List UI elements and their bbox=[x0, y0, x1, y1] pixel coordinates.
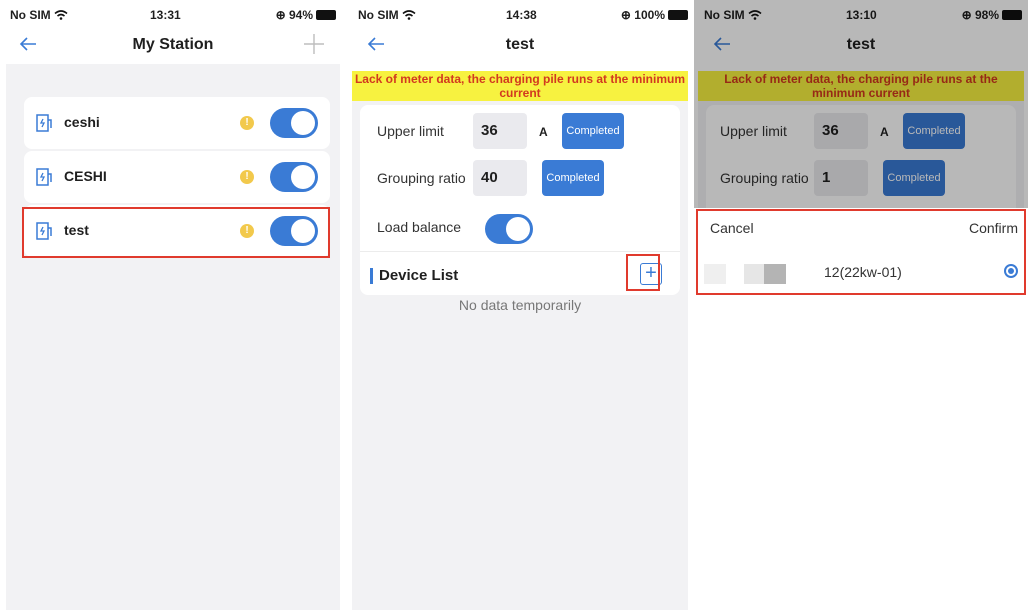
station-toggle[interactable] bbox=[270, 162, 318, 192]
empty-state-text: No data temporarily bbox=[458, 297, 582, 313]
add-station-icon[interactable] bbox=[302, 32, 326, 56]
carrier-label: No SIM bbox=[10, 8, 68, 22]
load-balance-toggle[interactable] bbox=[485, 214, 533, 244]
battery-indicator: ⊕ 94% bbox=[276, 8, 336, 22]
toggle-knob bbox=[291, 111, 315, 135]
battery-icon bbox=[316, 10, 336, 20]
battery-icon bbox=[668, 10, 688, 20]
highlight-box bbox=[22, 207, 330, 258]
clock: 14:38 bbox=[506, 8, 537, 22]
station-detail-screen: No SIM 14:38 ⊕ 100% test Lack of meter d… bbox=[348, 0, 692, 610]
modal-overlay[interactable] bbox=[694, 0, 1028, 208]
warning-icon: ! bbox=[240, 116, 254, 130]
wifi-icon bbox=[54, 10, 68, 20]
grouping-ratio-completed-button[interactable]: Completed bbox=[542, 160, 604, 196]
station-toggle[interactable] bbox=[270, 108, 318, 138]
status-bar: No SIM 13:31 ⊕ 94% bbox=[0, 0, 346, 30]
station-name: CESHI bbox=[64, 168, 107, 184]
station-list: ceshi ! CESHI ! test ! bbox=[6, 64, 340, 610]
warning-banner: Lack of meter data, the charging pile ru… bbox=[352, 71, 688, 101]
charger-icon bbox=[36, 114, 52, 132]
page-title: test bbox=[505, 36, 535, 53]
unit-label: A bbox=[539, 125, 548, 139]
upper-limit-completed-button[interactable]: Completed bbox=[562, 113, 624, 149]
warning-icon: ! bbox=[240, 170, 254, 184]
nav-bar: My Station bbox=[0, 30, 346, 64]
nav-bar: test bbox=[348, 30, 692, 64]
load-balance-label: Load balance bbox=[377, 219, 462, 235]
detail-body: Upper limit 36 A Completed Grouping rati… bbox=[352, 101, 688, 610]
status-bar: No SIM 14:38 ⊕ 100% bbox=[348, 0, 692, 30]
wifi-icon bbox=[402, 10, 416, 20]
upper-limit-label: Upper limit bbox=[377, 123, 444, 139]
highlight-box bbox=[696, 209, 1026, 295]
clock: 13:31 bbox=[150, 8, 181, 22]
charger-icon bbox=[36, 168, 52, 186]
station-name: ceshi bbox=[64, 114, 100, 130]
highlight-box bbox=[626, 254, 660, 291]
station-item[interactable]: CESHI ! bbox=[24, 151, 330, 203]
divider bbox=[360, 251, 680, 252]
toggle-knob bbox=[291, 165, 315, 189]
device-picker-screen: No SIM 13:10 ⊕ 98% test Lack of meter da… bbox=[694, 0, 1028, 610]
page-title: My Station bbox=[132, 36, 214, 53]
device-list-title: Device List bbox=[370, 268, 458, 284]
grouping-ratio-label: Grouping ratio bbox=[377, 170, 466, 186]
grouping-ratio-input[interactable]: 40 bbox=[473, 160, 527, 196]
toggle-knob bbox=[506, 217, 530, 241]
carrier-label: No SIM bbox=[358, 8, 416, 22]
station-item[interactable]: ceshi ! bbox=[24, 97, 330, 149]
upper-limit-input[interactable]: 36 bbox=[473, 113, 527, 149]
battery-indicator: ⊕ 100% bbox=[621, 8, 688, 22]
my-station-screen: No SIM 13:31 ⊕ 94% My Station ceshi ! CE… bbox=[0, 0, 346, 610]
